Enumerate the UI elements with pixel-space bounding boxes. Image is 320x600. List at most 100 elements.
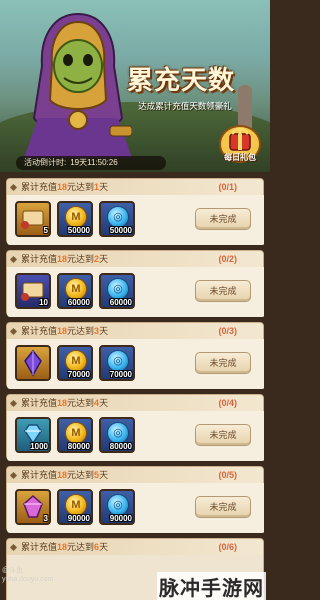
task-header: 累计充值18元达到2天 (0/2) (7, 251, 263, 267)
blue-coin-icon: ◎ (107, 422, 129, 444)
task-card: 累计充值18元达到1天 (0/1) 5 M 50000 ◎ 50000 未完成 (6, 178, 264, 245)
bullet-icon (9, 327, 18, 336)
task-prefix: 累计充值 (21, 398, 58, 408)
bullet-icon (9, 183, 18, 192)
task-progress: (0/2) (218, 254, 237, 264)
reward-qty: 10 (39, 298, 48, 307)
reward-item[interactable] (15, 345, 51, 381)
douyu-watermark: @斗鱼 yuba.douyu.com (2, 566, 62, 584)
task-amount: 18 (57, 182, 68, 192)
reward-item[interactable]: ◎ 50000 (99, 201, 135, 237)
reward-item[interactable]: ◎ 60000 (99, 273, 135, 309)
reward-item[interactable]: M 90000 (57, 489, 93, 525)
reward-qty: 50000 (67, 226, 90, 235)
task-progress: (0/6) (218, 542, 237, 552)
gold-coin-icon: M (65, 350, 87, 372)
reward-item[interactable]: ◎ 80000 (99, 417, 135, 453)
reward-qty: 60000 (67, 298, 90, 307)
task-progress: (0/1) (218, 182, 237, 192)
task-header: 累计充值18元达到3天 (0/3) (7, 323, 263, 339)
task-amount: 18 (57, 326, 68, 336)
reward-item[interactable]: ◎ 90000 (99, 489, 135, 525)
task-prefix: 累计充值 (21, 470, 58, 480)
task-header: 累计充值18元达到6天 (0/6) (7, 539, 263, 555)
gold-coin-icon: M (65, 278, 87, 300)
task-header: 累计充值18元达到5天 (0/5) (7, 467, 263, 483)
blue-coin-icon: ◎ (107, 494, 129, 516)
task-prefix: 累计充值 (21, 542, 58, 552)
task-mid: 元达到 (67, 254, 95, 264)
task-card: 累计充值18元达到5天 (0/5) 3 M 90000 ◎ 90000 未完成 (6, 466, 264, 533)
task-progress: (0/5) (218, 470, 237, 480)
incomplete-button[interactable]: 未完成 (195, 208, 251, 230)
reward-qty: 3 (43, 514, 48, 523)
task-suffix: 天 (99, 470, 109, 480)
task-header: 累计充值18元达到1天 (0/1) (7, 179, 263, 195)
watermark-line2: yuba.douyu.com (2, 576, 54, 583)
task-mid: 元达到 (67, 326, 95, 336)
incomplete-button[interactable]: 未完成 (195, 424, 251, 446)
gold-coin-icon: M (65, 422, 87, 444)
incomplete-button[interactable]: 未完成 (195, 496, 251, 518)
reward-qty: 60000 (109, 298, 132, 307)
reward-qty: 80000 (67, 442, 90, 451)
task-mid: 元达到 (67, 398, 95, 408)
task-body: 1000 M 80000 ◎ 80000 未完成 (7, 411, 264, 461)
countdown-timer: 活动倒计时: 19天11:50:26 (16, 156, 166, 170)
incomplete-button[interactable]: 未完成 (195, 352, 251, 374)
task-suffix: 天 (99, 542, 109, 552)
reward-item[interactable]: 10 (15, 273, 51, 309)
timer-value: 19天11:50:26 (70, 158, 118, 167)
task-amount: 18 (57, 254, 68, 264)
reward-qty: 1000 (30, 442, 48, 451)
task-body: M 70000 ◎ 70000 未完成 (7, 339, 264, 389)
gold-coin-icon: M (65, 206, 87, 228)
reward-item[interactable]: ◎ 70000 (99, 345, 135, 381)
reward-item[interactable]: M 60000 (57, 273, 93, 309)
task-mid: 元达到 (67, 182, 95, 192)
task-header: 累计充值18元达到4天 (0/4) (7, 395, 263, 411)
purple-crystal-icon (24, 349, 42, 377)
task-card: 累计充值18元达到2天 (0/2) 10 M 60000 ◎ 60000 未完成 (6, 250, 264, 317)
task-amount: 18 (57, 470, 68, 480)
reward-qty: 5 (43, 226, 48, 235)
task-mid: 元达到 (67, 542, 95, 552)
task-body: 3 M 90000 ◎ 90000 未完成 (7, 483, 264, 533)
event-subtitle: 达成累计充值天数领豪礼 (138, 101, 232, 111)
brand-watermark: 脉冲手游网 (157, 572, 266, 600)
reward-item[interactable]: 3 (15, 489, 51, 525)
task-body: 5 M 50000 ◎ 50000 未完成 (7, 195, 264, 245)
task-progress: (0/4) (218, 398, 237, 408)
task-prefix: 累计充值 (21, 254, 58, 264)
reward-qty: 90000 (67, 514, 90, 523)
bullet-icon (9, 399, 18, 408)
reward-item[interactable]: 1000 (15, 417, 51, 453)
incomplete-button[interactable]: 未完成 (195, 280, 251, 302)
daily-gift-label[interactable]: 每日礼包 (218, 152, 262, 163)
blue-coin-icon: ◎ (107, 206, 129, 228)
reward-qty: 50000 (109, 226, 132, 235)
reward-qty: 80000 (109, 442, 132, 451)
task-progress: (0/3) (218, 326, 237, 336)
reward-item[interactable]: M 50000 (57, 201, 93, 237)
task-suffix: 天 (99, 326, 109, 336)
reward-qty: 70000 (67, 370, 90, 379)
gold-coin-icon: M (65, 494, 87, 516)
task-list: 累计充值18元达到1天 (0/1) 5 M 50000 ◎ 50000 未完成 … (6, 178, 264, 600)
task-body: 10 M 60000 ◎ 60000 未完成 (7, 267, 264, 317)
task-card: 累计充值18元达到4天 (0/4) 1000 M 80000 ◎ 80000 未… (6, 394, 264, 461)
reward-qty: 70000 (109, 370, 132, 379)
task-suffix: 天 (99, 254, 109, 264)
task-mid: 元达到 (67, 470, 95, 480)
reward-item[interactable]: 5 (15, 201, 51, 237)
reward-item[interactable]: M 80000 (57, 417, 93, 453)
task-suffix: 天 (99, 398, 109, 408)
task-prefix: 累计充值 (21, 182, 58, 192)
timer-label: 活动倒计时: (24, 158, 67, 167)
reward-item[interactable]: M 70000 (57, 345, 93, 381)
reward-qty: 90000 (109, 514, 132, 523)
blue-coin-icon: ◎ (107, 278, 129, 300)
bullet-icon (9, 255, 18, 264)
task-amount: 18 (57, 542, 68, 552)
task-suffix: 天 (99, 182, 109, 192)
